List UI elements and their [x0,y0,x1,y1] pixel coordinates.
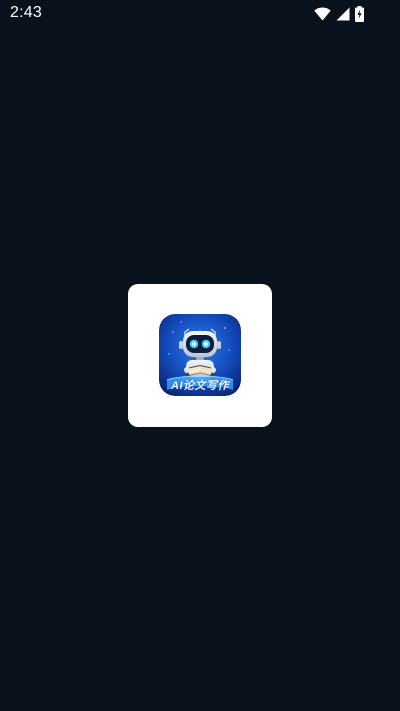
cellular-signal-icon [336,7,350,21]
robot-reading-book-logo: AI论文写作 [159,314,241,396]
status-time: 2:43 [10,4,42,21]
battery-charging-icon [355,6,364,22]
status-bar: 2:43 [0,0,400,28]
app-icon-label: AI论文写作 [171,380,229,392]
splash-screen: 2:43 AI论文写作 [0,0,400,711]
status-icons [314,6,364,22]
wifi-icon [314,7,331,21]
splash-logo-card: AI论文写作 [128,284,272,427]
